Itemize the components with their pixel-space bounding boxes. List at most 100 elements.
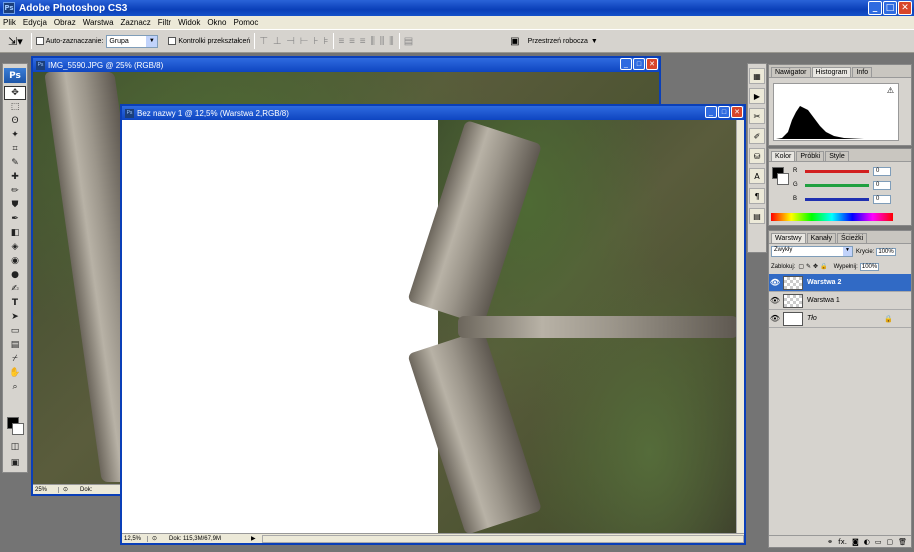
paint-bucket-tool-icon[interactable]: ◈ (4, 240, 26, 254)
transform-controls-checkbox[interactable] (168, 37, 177, 45)
document-title-bar[interactable]: Ps Bez nazwy 1 @ 12,5% (Warstwa 2,RGB/8)… (122, 106, 744, 120)
magic-wand-tool-icon[interactable]: ✦ (4, 128, 26, 142)
tab-color[interactable]: Kolor (771, 151, 796, 161)
clone-source-icon[interactable]: ⛁ (749, 148, 765, 164)
rectangle-tool-icon[interactable]: ▭ (4, 324, 26, 338)
zoom-level[interactable]: 12,5% (122, 535, 148, 542)
menu-image[interactable]: Obraz (54, 18, 76, 27)
doc-close-button[interactable]: ✕ (731, 106, 743, 118)
close-button[interactable]: ✕ (898, 1, 912, 15)
green-slider-row[interactable]: G 0 (769, 178, 891, 192)
eraser-tool-icon[interactable]: ◧ (4, 226, 26, 240)
blend-mode-dropdown[interactable]: Zwykły ▼ (771, 246, 853, 257)
tab-swatches[interactable]: Próbki (796, 151, 825, 161)
brushes-icon[interactable]: ✐ (749, 128, 765, 144)
eye-icon[interactable]: 👁 (769, 278, 781, 287)
move-tool-icon[interactable]: ✥ (4, 86, 26, 100)
actions-icon[interactable]: ▶ (749, 88, 765, 104)
blue-slider[interactable] (805, 197, 869, 201)
new-group-icon[interactable]: ▭ (875, 538, 882, 546)
red-value[interactable]: 0 (873, 166, 891, 176)
maximize-button[interactable]: □ (883, 1, 897, 15)
blur-tool-icon[interactable]: ◉ (4, 254, 26, 268)
layer-row-warstwa-1[interactable]: 👁 Warstwa 1 (769, 292, 911, 310)
slice-tool-icon[interactable]: ✎ (4, 156, 26, 170)
history-icon[interactable]: ✂ (749, 108, 765, 124)
tab-info[interactable]: Info (852, 67, 873, 77)
red-slider-row[interactable]: R 0 (769, 164, 891, 178)
notes-tool-icon[interactable]: ▤ (4, 338, 26, 352)
doc-maximize-button[interactable]: □ (633, 58, 645, 70)
new-layer-icon[interactable]: ▢ (886, 538, 893, 546)
blue-value[interactable]: 0 (873, 194, 891, 204)
layer-mask-icon[interactable]: ◙ (852, 538, 859, 546)
eye-icon[interactable]: 👁 (769, 296, 781, 305)
tab-paths[interactable]: Ścieżki (836, 233, 868, 243)
pen-tool-icon[interactable]: ✍ (4, 282, 26, 296)
vertical-scrollbar[interactable] (736, 120, 744, 535)
doc-minimize-button[interactable]: _ (620, 58, 632, 70)
layer-row-tlo[interactable]: 👁 Tło 🔒 (769, 310, 911, 328)
document-window-bez-nazwy[interactable]: Ps Bez nazwy 1 @ 12,5% (Warstwa 2,RGB/8)… (120, 104, 746, 545)
blue-slider-row[interactable]: B 0 (769, 192, 891, 206)
auto-align-icon[interactable]: ▤ (404, 36, 414, 47)
layer-style-icon[interactable]: fx. (838, 538, 847, 546)
dodge-tool-icon[interactable]: ● (4, 268, 26, 282)
delete-layer-icon[interactable]: 🗑 (898, 538, 907, 546)
status-icon[interactable]: ⊙ (59, 486, 72, 493)
doc-minimize-button[interactable]: _ (705, 106, 717, 118)
clone-stamp-tool-icon[interactable]: ⛊ (4, 198, 26, 212)
green-slider[interactable] (805, 183, 869, 187)
tab-channels[interactable]: Kanały (806, 233, 836, 243)
healing-brush-tool-icon[interactable]: ✚ (4, 170, 26, 184)
zoom-tool-icon[interactable]: ⌕ (4, 380, 26, 394)
red-slider[interactable] (805, 169, 869, 173)
menu-file[interactable]: Plik (3, 18, 16, 27)
menu-layer[interactable]: Warstwa (83, 18, 114, 27)
marquee-tool-icon[interactable]: ⬚ (4, 100, 26, 114)
crop-tool-icon[interactable]: ⌗ (4, 142, 26, 156)
blank-canvas-area[interactable] (122, 120, 438, 535)
align-icons[interactable]: ⊤ ⊥ ⊣ ⊢ ⊦ ⊧ (259, 36, 329, 47)
horizontal-scrollbar[interactable] (261, 534, 744, 543)
opacity-value[interactable]: 100% (876, 247, 896, 256)
menu-edit[interactable]: Edycja (23, 18, 47, 27)
status-arrow-icon[interactable]: ▶ (251, 535, 256, 542)
workspace-chevron-icon[interactable]: ▼ (591, 38, 598, 45)
layer-comps-icon[interactable]: ▤ (749, 208, 765, 224)
menu-select[interactable]: Zaznacz (121, 18, 151, 27)
eye-icon[interactable]: 👁 (769, 314, 781, 323)
fill-value[interactable]: 100% (859, 262, 880, 271)
distribute-icons[interactable]: ≡ ≡ ≡ ⫼ ⫼ ⫼ (338, 36, 394, 47)
workspace-icon[interactable]: ▣ (510, 36, 519, 47)
lock-icons[interactable]: ▢✎✥🔒 (798, 263, 829, 270)
lasso-tool-icon[interactable]: ʘ (4, 114, 26, 128)
quick-mask-icon[interactable]: ◫ (4, 440, 26, 454)
hand-tool-icon[interactable]: ✋ (4, 366, 26, 380)
tab-styles[interactable]: Style (825, 151, 849, 161)
menu-filter[interactable]: Filtr (158, 18, 171, 27)
green-value[interactable]: 0 (873, 180, 891, 190)
screen-mode-icon[interactable]: ▣ (4, 456, 26, 470)
auto-select-checkbox[interactable] (35, 37, 44, 45)
minimize-button[interactable]: _ (868, 1, 882, 15)
menu-view[interactable]: Widok (178, 18, 200, 27)
type-tool-icon[interactable]: T (4, 296, 26, 310)
move-tool-preset-icon[interactable]: ⇲▾ (8, 35, 23, 48)
warning-icon[interactable]: ⚠ (887, 86, 894, 95)
zoom-level[interactable]: 25% (33, 486, 59, 493)
layer-photo-composite[interactable] (407, 120, 740, 535)
doc-maximize-button[interactable]: □ (718, 106, 730, 118)
doc-close-button[interactable]: ✕ (646, 58, 658, 70)
history-brush-tool-icon[interactable]: ✒ (4, 212, 26, 226)
document-title-bar[interactable]: Ps IMG_5590.JPG @ 25% (RGB/8) _ □ ✕ (33, 58, 659, 72)
link-layers-icon[interactable]: ⚭ (827, 538, 833, 546)
menu-window[interactable]: Okno (207, 18, 226, 27)
tab-histogram[interactable]: Histogram (811, 67, 852, 77)
color-spectrum-ramp[interactable] (771, 213, 893, 221)
tab-navigator[interactable]: Nawigator (771, 67, 811, 77)
character-icon[interactable]: A (749, 168, 765, 184)
background-color-swatch[interactable] (12, 423, 24, 435)
tool-presets-icon[interactable]: ▦ (749, 68, 765, 84)
adjustment-layer-icon[interactable]: ◐ (864, 538, 870, 546)
